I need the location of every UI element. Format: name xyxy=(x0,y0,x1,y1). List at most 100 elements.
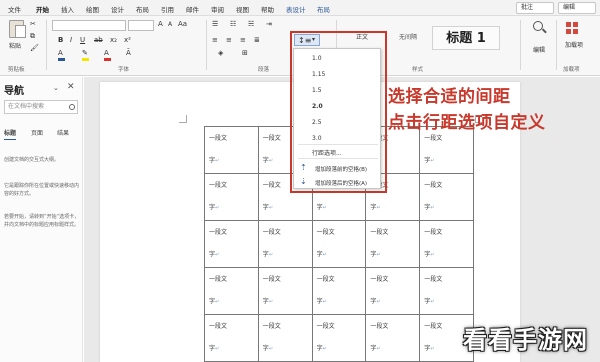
tab-headings[interactable]: 标题 xyxy=(4,128,17,140)
addins-label[interactable]: 加载项 xyxy=(560,42,588,49)
cell-text-line1: 一段文 xyxy=(316,276,335,283)
addins-icon[interactable] xyxy=(566,22,579,35)
table-cell[interactable]: 一段文字↵ xyxy=(204,314,259,362)
nav-help-text: 它是跟踪你所在位置或快速移动内容的好方式。 xyxy=(4,183,80,197)
cell-text: 一段文 xyxy=(263,227,312,249)
menu-home[interactable]: 开始 xyxy=(35,4,50,18)
style-no-spacing[interactable]: 无间隔 xyxy=(386,26,430,50)
text-effects-icon[interactable]: A xyxy=(58,49,63,57)
nav-help-text: 若要开始，请转到“开始”选项卡，并向文档中的标题应用标题样式。 xyxy=(4,214,80,228)
bullets-icon[interactable]: ☰ xyxy=(212,20,218,28)
menu-mailings[interactable]: 邮件 xyxy=(186,4,199,14)
align-left-icon[interactable]: ≡ xyxy=(212,36,218,44)
justify-icon[interactable]: ≣ xyxy=(254,36,260,44)
table-cell[interactable]: 一段文字↵ xyxy=(365,267,421,315)
menu-review[interactable]: 审阅 xyxy=(211,4,224,14)
cell-text-line1: 一段文 xyxy=(424,276,443,283)
borders-icon[interactable]: ⊞ xyxy=(242,49,248,57)
table-cell[interactable]: 一段文字↵ xyxy=(419,126,474,174)
shading-icon[interactable]: ◈ xyxy=(218,49,223,57)
cut-icon[interactable]: ✂ xyxy=(30,20,36,28)
tab-pages[interactable]: 页面 xyxy=(31,128,43,137)
line-spacing-button[interactable]: ↕≡ ▾ xyxy=(294,34,320,46)
nav-search-input[interactable]: 在文档中搜索 xyxy=(4,100,78,114)
table-cell[interactable]: 一段文字↵ xyxy=(257,267,313,315)
bold-icon[interactable]: B xyxy=(58,36,63,44)
grow-font-icon[interactable]: A xyxy=(158,20,163,28)
spacing-option[interactable]: 3.0 xyxy=(312,135,322,142)
spacing-option[interactable]: 1.15 xyxy=(312,71,325,78)
paragraph-mark-icon: ↵ xyxy=(268,205,274,211)
cell-text-line1: 一段文 xyxy=(209,135,228,142)
indent-icon[interactable]: ⇥ xyxy=(266,20,272,28)
edit-mode-button[interactable]: 编辑 xyxy=(558,2,596,14)
underline-icon[interactable]: U xyxy=(80,36,85,44)
paste-icon[interactable] xyxy=(9,20,26,38)
table-cell[interactable]: 一段文字↵ xyxy=(311,220,367,268)
cell-text: 一段文 xyxy=(317,321,366,343)
cell-text: 字↵ xyxy=(263,296,312,305)
group-label-font: 字体 xyxy=(118,67,130,73)
line-spacing-options-item[interactable]: 行距选项... xyxy=(312,148,342,157)
character-border-icon[interactable]: Ā xyxy=(126,49,131,57)
table-cell[interactable]: 一段文字↵ xyxy=(257,220,313,268)
menu-file[interactable]: 文件 xyxy=(8,4,21,14)
menu-draw[interactable]: 绘图 xyxy=(86,4,99,14)
table-cell[interactable]: 一段文字↵ xyxy=(311,267,367,315)
menu-table-design[interactable]: 表设计 xyxy=(286,4,306,14)
cell-text-line1: 一段文 xyxy=(370,229,389,236)
superscript-icon[interactable]: x² xyxy=(124,36,131,44)
menu-references[interactable]: 引用 xyxy=(161,4,174,14)
menu-table-layout[interactable]: 布局 xyxy=(317,4,330,14)
menu-help[interactable]: 帮助 xyxy=(261,4,274,14)
multilevel-list-icon[interactable]: ☵ xyxy=(248,20,254,28)
font-color-icon[interactable]: A xyxy=(104,49,109,57)
subscript-icon[interactable]: x₂ xyxy=(110,36,117,44)
search-icon[interactable] xyxy=(69,104,75,110)
table-cell[interactable]: 一段文字↵ xyxy=(204,126,259,174)
spacing-option[interactable]: 2.5 xyxy=(312,119,322,126)
align-center-icon[interactable]: ≡ xyxy=(226,36,232,44)
table-cell[interactable]: 一段文字↵ xyxy=(204,220,259,268)
comment-button[interactable]: 批注 xyxy=(516,2,554,14)
font-name-select[interactable] xyxy=(52,20,126,31)
chevron-down-icon[interactable]: ⌄ xyxy=(53,84,59,92)
strikethrough-icon[interactable]: ab xyxy=(94,36,103,44)
menu-design[interactable]: 设计 xyxy=(111,4,124,14)
menu-layout[interactable]: 布局 xyxy=(136,4,149,14)
add-space-after-item[interactable]: 增加段落后的空格(A) xyxy=(315,179,367,187)
italic-icon[interactable]: I xyxy=(70,36,72,44)
cell-text-line1: 一段文 xyxy=(209,276,228,283)
table-cell[interactable]: 一段文字↵ xyxy=(419,173,474,221)
menu-insert[interactable]: 插入 xyxy=(61,4,74,14)
highlight-icon[interactable]: ✎ xyxy=(82,49,88,57)
spacing-option[interactable]: 1.0 xyxy=(312,55,322,62)
table-cell[interactable]: 一段文字↵ xyxy=(365,314,421,362)
spacing-option-selected[interactable]: 2.0 xyxy=(312,103,323,110)
add-space-before-item[interactable]: 增加段落前的空格(B) xyxy=(315,165,367,173)
copy-icon[interactable]: ⧉ xyxy=(30,32,35,41)
format-painter-icon[interactable]: 🖌 xyxy=(30,44,39,52)
table-cell[interactable]: 一段文字↵ xyxy=(204,267,259,315)
table-cell[interactable]: 一段文字↵ xyxy=(311,314,367,362)
tab-results[interactable]: 结果 xyxy=(57,128,69,137)
menu-view[interactable]: 视图 xyxy=(236,4,249,14)
cell-text-line1: 一段文 xyxy=(262,323,281,330)
font-size-select[interactable] xyxy=(128,20,154,31)
paragraph-mark-icon: ↵ xyxy=(215,252,220,258)
align-right-icon[interactable]: ≡ xyxy=(240,36,246,44)
cell-text: 字↵ xyxy=(263,249,312,258)
change-case-icon[interactable]: Aa xyxy=(178,20,187,28)
table-cell[interactable]: 一段文字↵ xyxy=(419,220,474,268)
find-button[interactable]: 编辑 xyxy=(526,19,552,63)
table-cell[interactable]: 一段文字↵ xyxy=(419,267,474,315)
shrink-font-icon[interactable]: A xyxy=(168,21,172,28)
spacing-option[interactable]: 1.5 xyxy=(312,87,322,94)
table-cell[interactable]: 一段文字↵ xyxy=(365,220,421,268)
table-cell[interactable]: 一段文字↵ xyxy=(204,173,259,221)
style-heading-1[interactable]: 标题 1 xyxy=(432,26,500,50)
numbering-icon[interactable]: ☷ xyxy=(230,20,236,28)
table-cell[interactable]: 一段文字↵ xyxy=(257,314,313,362)
paste-label[interactable]: 粘贴 xyxy=(9,41,21,50)
close-icon[interactable]: ✕ xyxy=(67,82,75,92)
